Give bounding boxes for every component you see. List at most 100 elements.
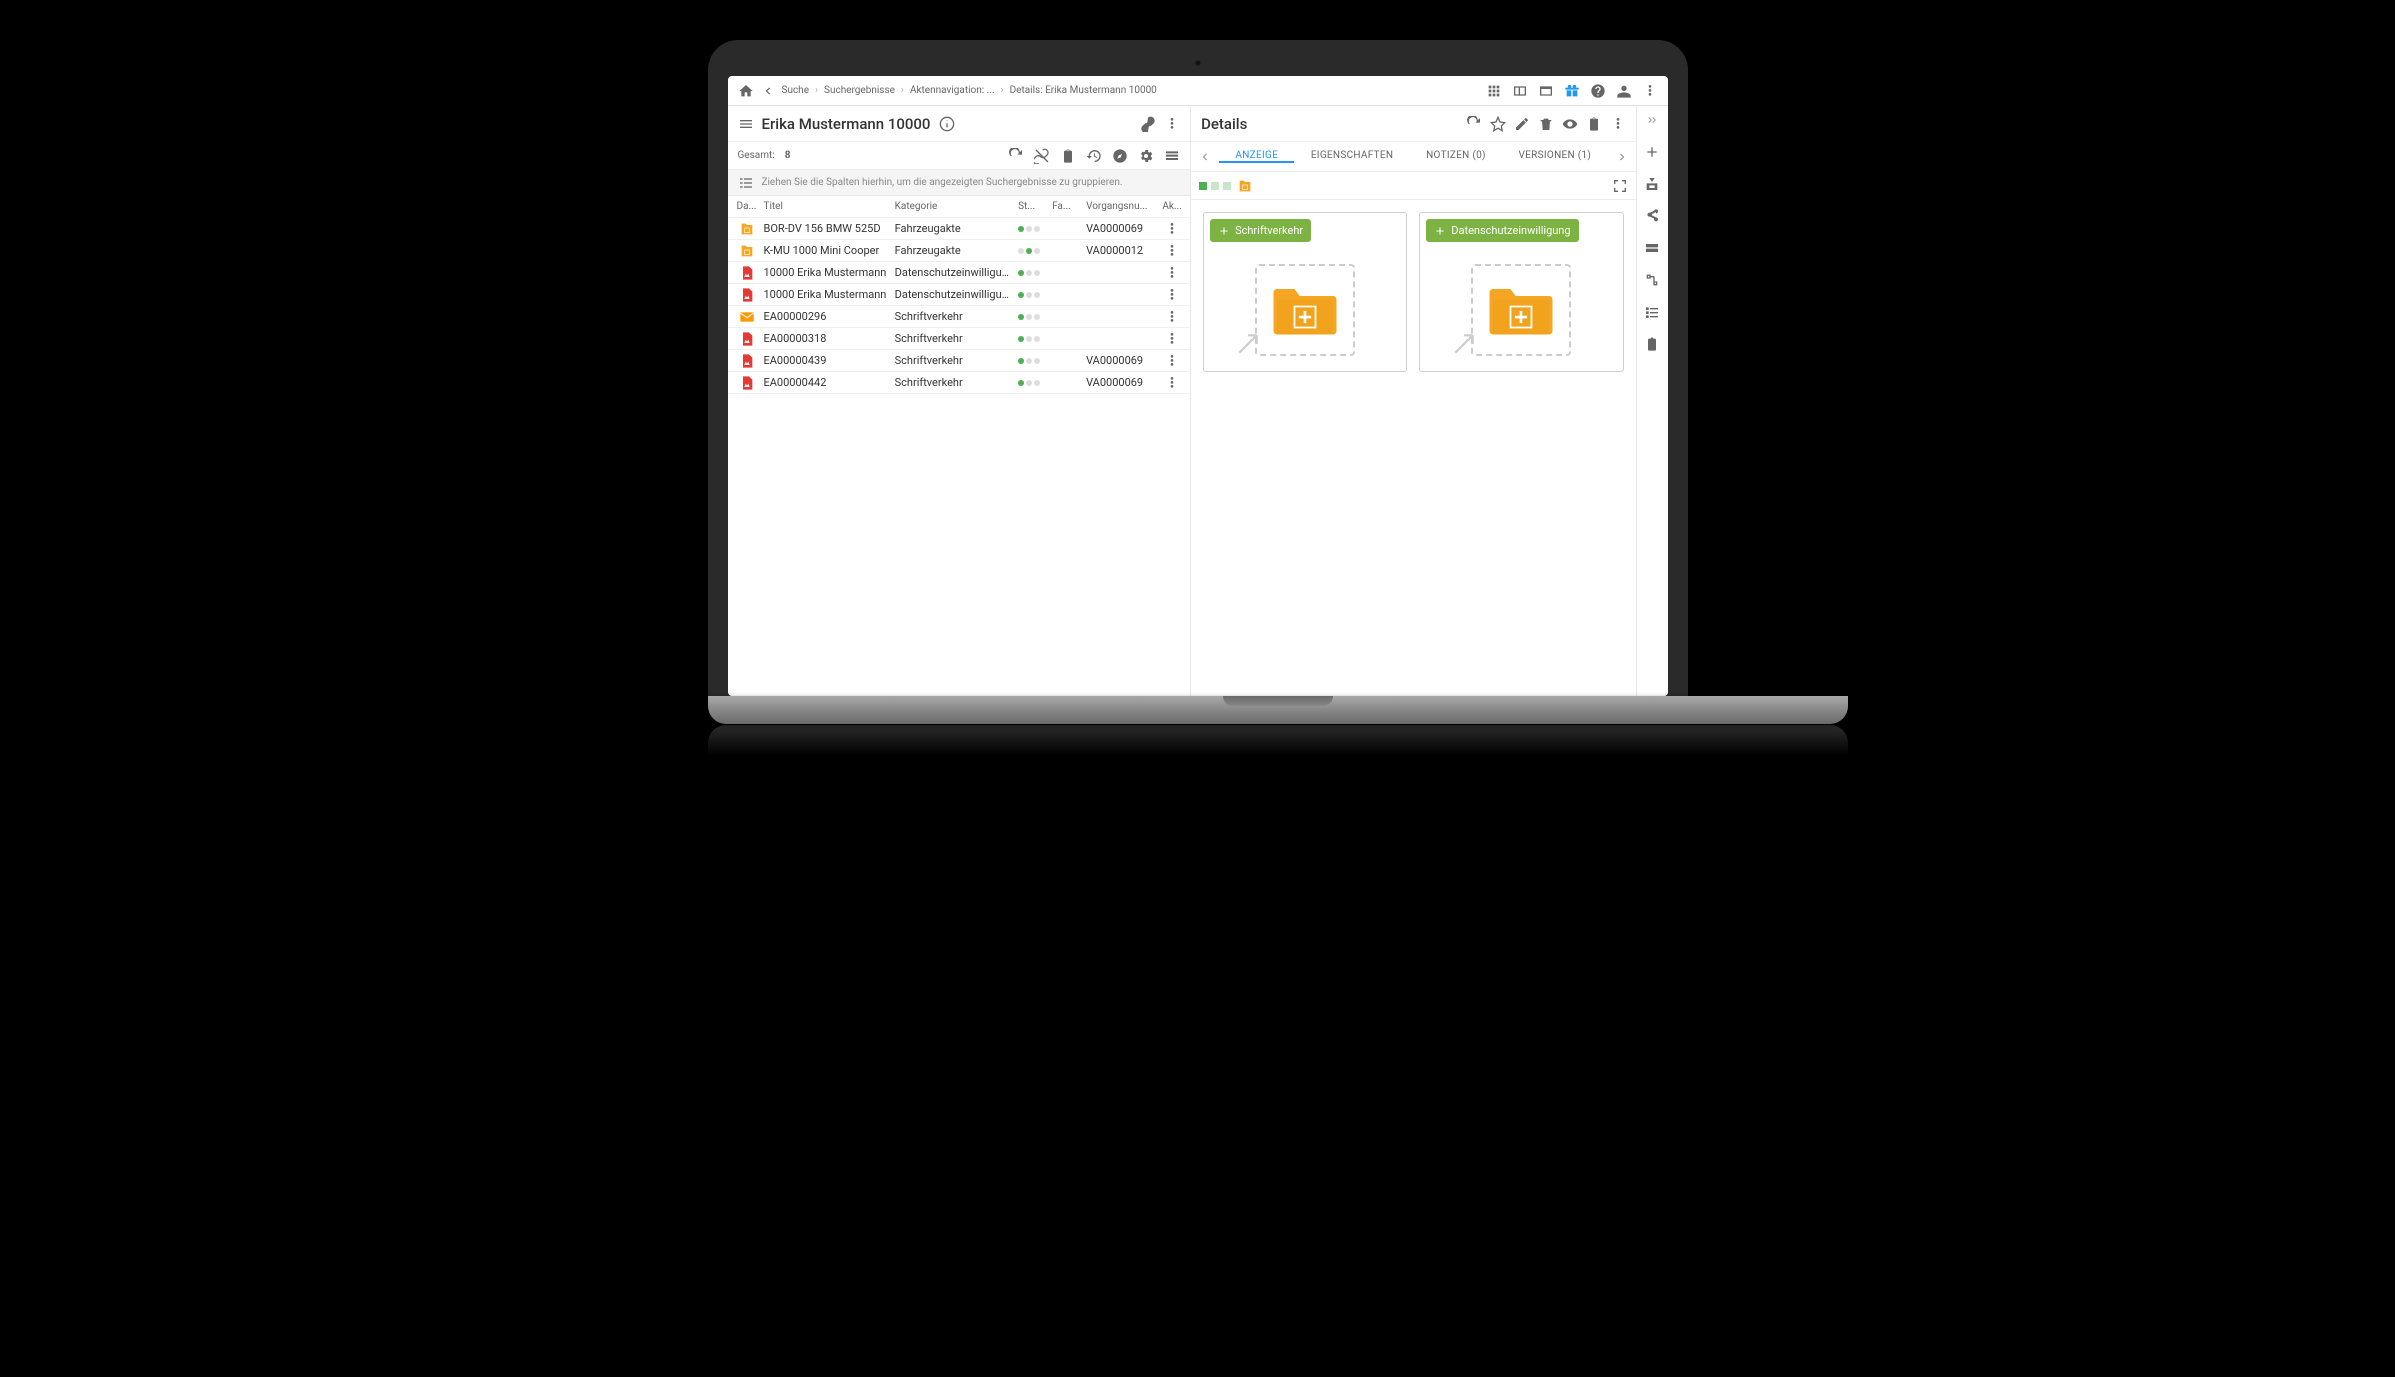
row-status xyxy=(1014,248,1048,254)
drop-card[interactable]: Schriftverkehr xyxy=(1203,212,1407,372)
row-category: Datenschutzeinwilligung xyxy=(891,266,1014,279)
table-row[interactable]: EA00000439SchriftverkehrVA0000069 xyxy=(728,350,1191,372)
tabs-prev-icon[interactable] xyxy=(1191,150,1219,164)
folder-book-icon xyxy=(1237,178,1253,194)
row-type-icon xyxy=(739,331,755,347)
top-bar: Suche›Suchergebnisse›Aktennavigation: ..… xyxy=(728,76,1668,106)
results-more-icon[interactable] xyxy=(1164,116,1180,132)
list-view-icon[interactable] xyxy=(1164,148,1180,164)
gift-icon[interactable] xyxy=(1564,83,1580,99)
eye-icon[interactable] xyxy=(1562,116,1578,132)
row-category: Schriftverkehr xyxy=(891,310,1014,323)
table-row[interactable]: K-MU 1000 Mini CooperFahrzeugakteVA00000… xyxy=(728,240,1191,262)
panel-layout-icon[interactable] xyxy=(1512,83,1528,99)
tree-icon xyxy=(738,175,754,191)
home-icon[interactable] xyxy=(738,83,754,99)
row-title: EA00000296 xyxy=(760,310,891,323)
info-icon[interactable] xyxy=(939,116,955,132)
user-icon[interactable] xyxy=(1616,83,1632,99)
fullscreen-icon[interactable] xyxy=(1612,178,1628,194)
row-type-icon xyxy=(739,287,755,303)
apps-icon[interactable] xyxy=(1486,83,1502,99)
row-type-icon xyxy=(739,375,755,391)
row-more-icon[interactable] xyxy=(1164,265,1180,281)
window-icon[interactable] xyxy=(1538,83,1554,99)
rail-share-icon[interactable] xyxy=(1644,208,1660,224)
folder-add-icon xyxy=(1270,282,1340,338)
table-header: Da... Titel Kategorie St... Fa... Vorgan… xyxy=(728,196,1191,218)
card-add-button[interactable]: Datenschutzeinwilligung xyxy=(1426,219,1578,242)
table-row[interactable]: EA00000442Schriftverkehr VA0000069 xyxy=(728,372,1191,394)
nav-back-icon[interactable] xyxy=(760,83,776,99)
total-value: 8 xyxy=(785,150,791,161)
compass-icon[interactable] xyxy=(1112,148,1128,164)
row-vorgang: VA0000069 xyxy=(1082,376,1160,389)
tabs-next-icon[interactable] xyxy=(1608,150,1636,164)
row-vorgang: VA0000069 xyxy=(1082,222,1160,235)
group-hint: Ziehen Sie die Spalten hierhin, um die a… xyxy=(762,177,1123,188)
table-row[interactable]: EA00000296Schriftverkehr xyxy=(728,306,1191,328)
table-row[interactable]: 10000 Erika MustermannDatenschutzeinwill… xyxy=(728,262,1191,284)
star-icon[interactable] xyxy=(1490,116,1506,132)
drop-card[interactable]: Datenschutzeinwilligung xyxy=(1419,212,1623,372)
row-more-icon[interactable] xyxy=(1164,375,1180,391)
row-title: 10000 Erika Mustermann xyxy=(760,288,891,301)
rail-add-icon[interactable] xyxy=(1644,144,1660,160)
top-more-icon[interactable] xyxy=(1642,83,1658,99)
tab-notizen-[interactable]: NOTIZEN (0) xyxy=(1410,150,1502,161)
row-category: Schriftverkehr xyxy=(891,376,1014,389)
table-row[interactable]: BOR-DV 156 BMW 525DFahrzeugakteVA0000069 xyxy=(728,218,1191,240)
folder-add-icon xyxy=(1486,282,1556,338)
details-refresh-icon[interactable] xyxy=(1466,116,1482,132)
row-more-icon[interactable] xyxy=(1164,353,1180,369)
unlink-icon[interactable] xyxy=(1034,148,1050,164)
row-more-icon[interactable] xyxy=(1164,243,1180,259)
table-row[interactable]: 10000 Erika MustermannDatenschutzeinwill… xyxy=(728,284,1191,306)
trash-icon[interactable] xyxy=(1538,116,1554,132)
row-title: 10000 Erika Mustermann xyxy=(760,266,891,279)
card-add-button[interactable]: Schriftverkehr xyxy=(1210,219,1311,242)
breadcrumb-item[interactable]: Details: Erika Mustermann 10000 xyxy=(1010,85,1157,96)
menu-icon[interactable] xyxy=(738,116,754,132)
rail-scan-icon[interactable] xyxy=(1644,240,1660,256)
rail-clipboard-icon[interactable] xyxy=(1644,336,1660,352)
results-panel: Erika Mustermann 10000 Gesamt: 8 xyxy=(728,106,1192,696)
rail-flow-icon[interactable] xyxy=(1644,272,1660,288)
clipboard-icon[interactable] xyxy=(1060,148,1076,164)
row-title: EA00000442 xyxy=(760,376,891,389)
breadcrumb-item[interactable]: Suchergebnisse xyxy=(824,85,895,96)
edit-icon[interactable] xyxy=(1514,116,1530,132)
tab-eigenschaften[interactable]: EIGENSCHAFTEN xyxy=(1295,150,1410,161)
row-title: K-MU 1000 Mini Cooper xyxy=(760,244,891,257)
paste-icon[interactable] xyxy=(1586,116,1602,132)
breadcrumb-item[interactable]: Aktennavigation: ... xyxy=(910,85,995,96)
help-icon[interactable] xyxy=(1590,83,1606,99)
drop-target[interactable] xyxy=(1255,264,1355,356)
row-status xyxy=(1014,292,1048,298)
arrow-in-icon xyxy=(1235,331,1261,360)
details-more-icon[interactable] xyxy=(1610,116,1626,132)
table-row[interactable]: EA00000318Schriftverkehr xyxy=(728,328,1191,350)
row-category: Schriftverkehr xyxy=(891,354,1014,367)
row-more-icon[interactable] xyxy=(1164,287,1180,303)
arrow-in-icon xyxy=(1451,331,1477,360)
status-indicator xyxy=(1199,182,1231,190)
row-status xyxy=(1014,314,1048,320)
row-category: Fahrzeugakte xyxy=(891,222,1014,235)
row-more-icon[interactable] xyxy=(1164,221,1180,237)
tab-versionen-[interactable]: VERSIONEN (1) xyxy=(1503,150,1608,161)
row-status xyxy=(1014,336,1048,342)
row-more-icon[interactable] xyxy=(1164,331,1180,347)
breadcrumb-item[interactable]: Suche xyxy=(782,85,810,96)
refresh-icon[interactable] xyxy=(1008,148,1024,164)
history-icon[interactable] xyxy=(1086,148,1102,164)
rail-collapse-icon[interactable] xyxy=(1644,112,1660,128)
drop-target[interactable] xyxy=(1471,264,1571,356)
rail-checklist-icon[interactable] xyxy=(1644,304,1660,320)
link-icon[interactable] xyxy=(1140,116,1156,132)
tab-anzeige[interactable]: ANZEIGE xyxy=(1219,150,1294,163)
rail-merge-icon[interactable] xyxy=(1644,176,1660,192)
row-more-icon[interactable] xyxy=(1164,309,1180,325)
gear-icon[interactable] xyxy=(1138,148,1154,164)
card-label: Schriftverkehr xyxy=(1235,224,1303,237)
